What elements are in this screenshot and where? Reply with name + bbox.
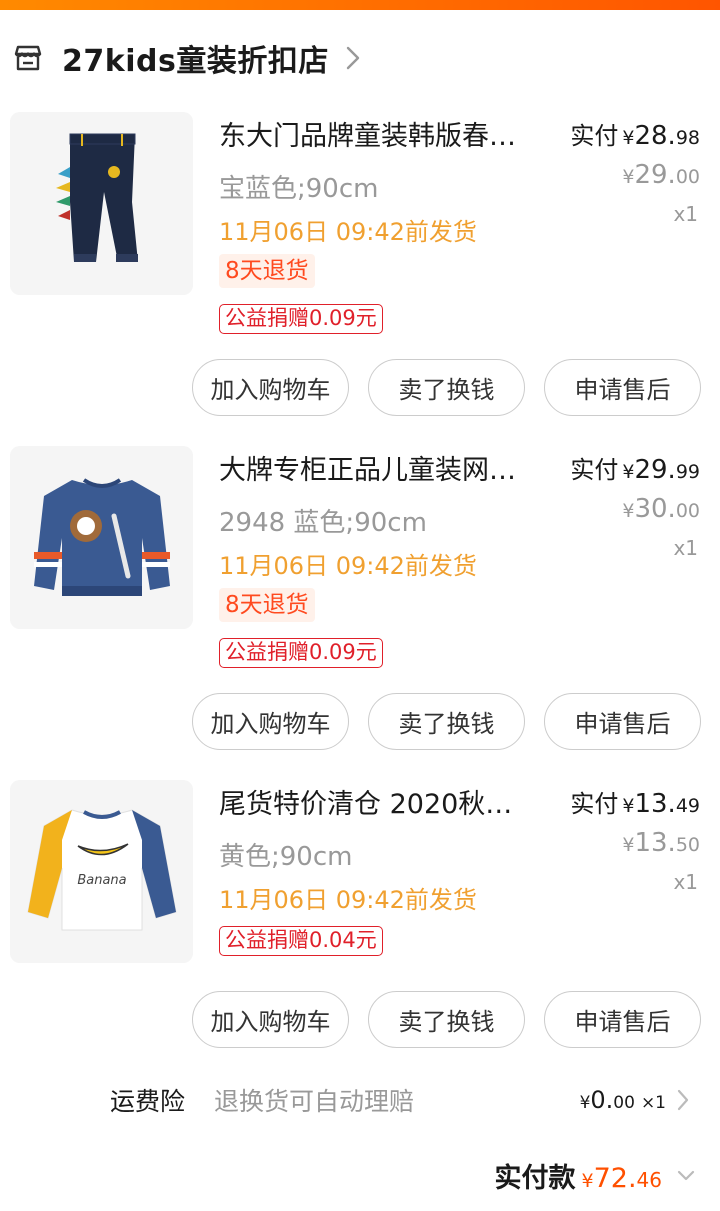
blue-sweatshirt-image <box>10 446 193 629</box>
add-to-cart-button[interactable]: 加入购物车 <box>192 991 349 1048</box>
original-price-dec: 00 <box>675 500 700 522</box>
shipping-insurance-row[interactable]: 运费险 退换货可自动理赔 ¥ 0. 00 ×1 <box>0 1080 720 1120</box>
product-title[interactable]: 尾货特价清仓 2020秋… <box>219 782 539 821</box>
original-price-dec: 00 <box>675 166 700 188</box>
currency-symbol: ¥ <box>622 795 635 817</box>
product-spec: 黄色;90cm <box>219 842 353 872</box>
insurance-price: ¥ 0. 00 ×1 <box>580 1086 666 1114</box>
resell-button[interactable]: 卖了换钱 <box>368 693 525 750</box>
ship-time: 11月06日 09:42前发货 <box>219 886 477 914</box>
paid-price-int: 13. <box>634 789 676 819</box>
original-price-dec: 50 <box>675 834 700 856</box>
insurance-description: 退换货可自动理赔 <box>214 1087 415 1116</box>
quantity: x1 <box>673 536 698 560</box>
currency-symbol: ¥ <box>622 500 635 522</box>
paid-price: 实付 ¥ 29. 99 <box>570 450 700 485</box>
ship-time: 11月06日 09:42前发货 <box>219 218 477 246</box>
charity-badge: 公益捐赠0.04元 <box>219 926 383 956</box>
order-total[interactable]: 实付款 ¥ 72. 46 <box>495 1156 697 1195</box>
total-label: 实付款 <box>494 1163 576 1194</box>
original-price: ¥ 29. 00 <box>622 160 700 190</box>
after-sales-button[interactable]: 申请售后 <box>544 359 701 416</box>
return-policy-badge: 8天退货 <box>219 588 315 622</box>
original-price: ¥ 30. 00 <box>622 494 700 524</box>
ship-time: 11月06日 09:42前发货 <box>219 552 477 580</box>
paid-price: 实付 ¥ 13. 49 <box>570 784 700 819</box>
product-title[interactable]: 东大门品牌童装韩版春… <box>219 114 539 153</box>
add-to-cart-button[interactable]: 加入购物车 <box>192 693 349 750</box>
product-image[interactable] <box>10 446 193 629</box>
product-title[interactable]: 大牌专柜正品儿童装网… <box>219 448 539 487</box>
order-item[interactable]: Banana 尾货特价清仓 2020秋… 黄色;90cm 11月06日 09:4… <box>0 780 720 1050</box>
original-price-int: 30. <box>634 494 676 524</box>
top-accent-bar <box>0 0 720 10</box>
chevron-right-icon <box>677 1089 689 1111</box>
paid-price: 实付 ¥ 28. 98 <box>570 116 700 151</box>
paid-label: 实付 <box>570 456 619 484</box>
currency-symbol: ¥ <box>622 166 635 188</box>
insurance-price-dec: 00 <box>613 1093 635 1113</box>
shop-header[interactable]: 27kids童装折扣店 <box>12 36 361 80</box>
currency-symbol: ¥ <box>622 127 635 149</box>
banana-tee-print-text: Banana <box>77 873 126 888</box>
insurance-price-int: 0. <box>590 1086 614 1114</box>
currency-symbol: ¥ <box>622 834 635 856</box>
quantity: x1 <box>673 870 698 894</box>
store-icon <box>14 45 42 71</box>
total-amount-dec: 46 <box>636 1168 662 1192</box>
resell-button[interactable]: 卖了换钱 <box>368 359 525 416</box>
after-sales-button[interactable]: 申请售后 <box>544 991 701 1048</box>
paid-label: 实付 <box>570 790 619 818</box>
insurance-quantity: ×1 <box>640 1093 666 1113</box>
chevron-down-icon[interactable] <box>676 1169 696 1183</box>
original-price-int: 29. <box>634 160 676 190</box>
total-amount-int: 72. <box>593 1163 637 1194</box>
original-price: ¥ 13. 50 <box>622 828 700 858</box>
paid-price-dec: 98 <box>675 127 700 149</box>
product-spec: 2948 蓝色;90cm <box>219 508 427 538</box>
charity-badge: 公益捐赠0.09元 <box>219 304 383 334</box>
return-policy-badge: 8天退货 <box>219 254 315 288</box>
paid-price-dec: 99 <box>675 461 700 483</box>
paid-price-int: 28. <box>634 121 676 151</box>
product-image[interactable] <box>10 112 193 295</box>
insurance-label: 运费险 <box>110 1087 186 1116</box>
quantity: x1 <box>673 202 698 226</box>
currency-symbol: ¥ <box>581 1170 594 1192</box>
product-image[interactable]: Banana <box>10 780 193 963</box>
charity-badge: 公益捐赠0.09元 <box>219 638 383 668</box>
currency-symbol: ¥ <box>622 461 635 483</box>
resell-button[interactable]: 卖了换钱 <box>368 991 525 1048</box>
order-item[interactable]: 大牌专柜正品儿童装网… 2948 蓝色;90cm 11月06日 09:42前发货… <box>0 446 720 751</box>
product-spec: 宝蓝色;90cm <box>219 174 379 204</box>
paid-price-dec: 49 <box>675 795 700 817</box>
order-item[interactable]: 东大门品牌童装韩版春… 宝蓝色;90cm 11月06日 09:42前发货 8天退… <box>0 112 720 417</box>
after-sales-button[interactable]: 申请售后 <box>544 693 701 750</box>
paid-price-int: 29. <box>634 455 676 485</box>
banana-tee-image: Banana <box>10 780 193 963</box>
paid-label: 实付 <box>570 122 619 150</box>
original-price-int: 13. <box>634 828 676 858</box>
navy-pants-image <box>10 112 193 295</box>
shop-name: 27kids童装折扣店 <box>62 44 329 79</box>
currency-symbol: ¥ <box>579 1093 591 1113</box>
chevron-right-icon <box>346 46 360 70</box>
add-to-cart-button[interactable]: 加入购物车 <box>192 359 349 416</box>
